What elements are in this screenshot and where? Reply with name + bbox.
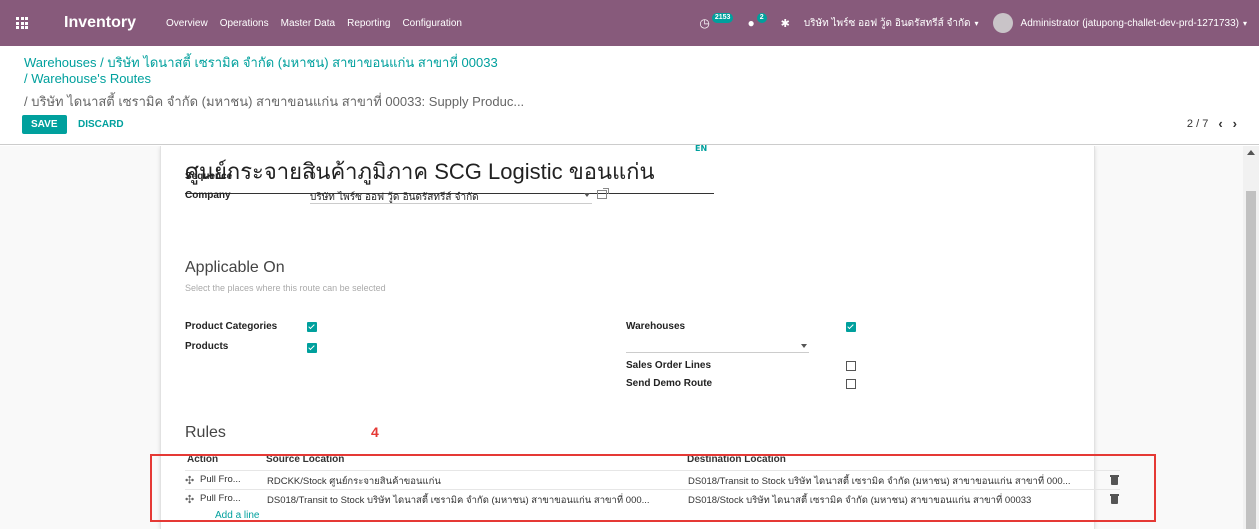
breadcrumb-current: / บริษัท ไดนาสตี้ เซรามิค จำกัด (มหาชน) …: [24, 94, 525, 109]
rule-action: Pull Fro...: [200, 493, 241, 504]
breadcrumb-separator: /: [96, 55, 108, 70]
menu-operations[interactable]: Operations: [220, 18, 269, 29]
menu-reporting[interactable]: Reporting: [347, 18, 390, 29]
debug-menu[interactable]: ✱: [781, 17, 790, 30]
user-menu[interactable]: Administrator (jatupong-challet-dev-prd-…: [992, 13, 1247, 33]
product-categories-checkbox[interactable]: [307, 322, 317, 332]
products-checkbox[interactable]: [307, 343, 317, 353]
drag-handle-icon[interactable]: ✣: [185, 493, 194, 506]
send-demo-route-checkbox[interactable]: [846, 379, 856, 389]
control-panel: Warehouses / บริษัท ไดนาสตี้ เซรามิค จำก…: [0, 46, 1259, 145]
company-field[interactable]: บริษัท ไพร์ซ ออฟ วู้ด อินดรัสทรีส์ จำกัด: [310, 188, 592, 204]
company-label: Company: [185, 190, 231, 201]
warehouses-label: Warehouses: [626, 321, 686, 332]
messaging-menu[interactable]: ● 2: [747, 13, 767, 30]
column-destination-location[interactable]: Destination Location: [687, 454, 786, 465]
pager: 2 / 7 ‹ ›: [1187, 117, 1237, 130]
breadcrumb-routes-link[interactable]: / Warehouse's Routes: [24, 71, 151, 86]
translate-button[interactable]: EN: [695, 144, 707, 153]
external-link-icon[interactable]: [597, 188, 609, 199]
rule-destination: DS018/Transit to Stock บริษัท ไดนาสตี้ เ…: [688, 476, 1071, 487]
rules-table-header: Action Source Location Destination Locat…: [160, 447, 1095, 465]
trash-icon[interactable]: [1110, 475, 1119, 485]
sequence-label: Sequence: [185, 171, 233, 182]
activity-badge: 2153: [711, 13, 734, 23]
rule-source: DS018/Transit to Stock บริษัท ไดนาสตี้ เ…: [267, 495, 650, 506]
product-categories-label: Product Categories: [185, 321, 278, 332]
bug-icon: ✱: [780, 17, 790, 30]
column-source-location[interactable]: Source Location: [266, 454, 344, 465]
company-name: บริษัท ไพร์ซ ออฟ วู้ด อินดรัสทรีส์ จำกัด: [803, 17, 971, 29]
drag-handle-icon[interactable]: ✣: [185, 474, 194, 487]
rule-source: RDCKK/Stock ศูนย์กระจายสินค้าขอนแก่น: [267, 476, 441, 487]
clock-icon: ◷: [699, 16, 710, 30]
dropdown-caret-icon[interactable]: [801, 344, 807, 348]
sales-order-lines-label: Sales Order Lines: [626, 360, 712, 371]
message-badge: 2: [756, 13, 767, 23]
applicable-on-hint: Select the places where this route can b…: [185, 283, 386, 293]
previous-record-icon[interactable]: ‹: [1218, 117, 1222, 130]
user-name: Administrator (jatupong-challet-dev-prd-…: [1020, 17, 1239, 29]
applicable-on-heading: Applicable On: [185, 259, 285, 276]
breadcrumb-warehouses[interactable]: Warehouses: [24, 55, 97, 70]
discard-button[interactable]: DISCARD: [78, 119, 124, 130]
rule-destination: DS018/Stock บริษัท ไดนาสตี้ เซรามิค จำกั…: [688, 495, 1032, 506]
app-name[interactable]: Inventory: [64, 14, 136, 32]
breadcrumb-routes[interactable]: / Warehouse's Routes: [24, 71, 151, 86]
menu-master-data[interactable]: Master Data: [281, 18, 335, 29]
main-menu: Overview Operations Master Data Reportin…: [166, 18, 462, 29]
company-switcher[interactable]: บริษัท ไพร์ซ ออฟ วู้ด อินดรัสทรีส์ จำกัด…: [804, 16, 979, 31]
scroll-up-icon[interactable]: [1247, 150, 1255, 155]
sequence-field[interactable]: 0: [310, 171, 316, 182]
table-row[interactable]: ✣ Pull Fro... RDCKK/Stock ศูนย์กระจายสิน…: [185, 470, 1120, 488]
rules-heading: Rules: [185, 424, 226, 441]
warehouses-field[interactable]: [626, 344, 809, 353]
breadcrumb: Warehouses / บริษัท ไดนาสตี้ เซรามิค จำก…: [24, 52, 498, 73]
annotation-number: 4: [371, 424, 379, 440]
chat-icon: ●: [747, 16, 755, 30]
caret-down-icon: ▾: [974, 18, 979, 28]
rule-action: Pull Fro...: [200, 474, 241, 485]
menu-configuration[interactable]: Configuration: [402, 18, 461, 29]
warehouses-checkbox[interactable]: [846, 322, 856, 332]
table-row[interactable]: ✣ Pull Fro... DS018/Transit to Stock บริ…: [185, 489, 1120, 507]
next-record-icon[interactable]: ›: [1233, 117, 1237, 130]
caret-down-icon: ▾: [1242, 18, 1247, 28]
save-button[interactable]: SAVE: [22, 115, 67, 134]
company-value: บริษัท ไพร์ซ ออฟ วู้ด อินดรัสทรีส์ จำกัด: [310, 192, 479, 203]
menu-overview[interactable]: Overview: [166, 18, 208, 29]
add-line-link[interactable]: Add a line: [215, 510, 259, 521]
apps-menu-icon[interactable]: [0, 0, 44, 46]
breadcrumb-warehouse[interactable]: บริษัท ไดนาสตี้ เซรามิค จำกัด (มหาชน) สา…: [107, 55, 497, 70]
products-label: Products: [185, 341, 229, 352]
trash-icon[interactable]: [1110, 494, 1119, 504]
dropdown-caret-icon[interactable]: [584, 193, 590, 197]
send-demo-route-label: Send Demo Route: [626, 378, 713, 389]
pager-value[interactable]: 2 / 7: [1187, 118, 1208, 130]
avatar: [992, 13, 1013, 33]
column-action[interactable]: Action: [187, 454, 218, 465]
scroll-thumb[interactable]: [1246, 191, 1256, 529]
activity-menu[interactable]: ◷ 2153: [699, 13, 734, 30]
top-navbar: Inventory Overview Operations Master Dat…: [0, 0, 1259, 46]
vertical-scrollbar[interactable]: [1243, 146, 1259, 529]
sales-order-lines-checkbox[interactable]: [846, 361, 856, 371]
